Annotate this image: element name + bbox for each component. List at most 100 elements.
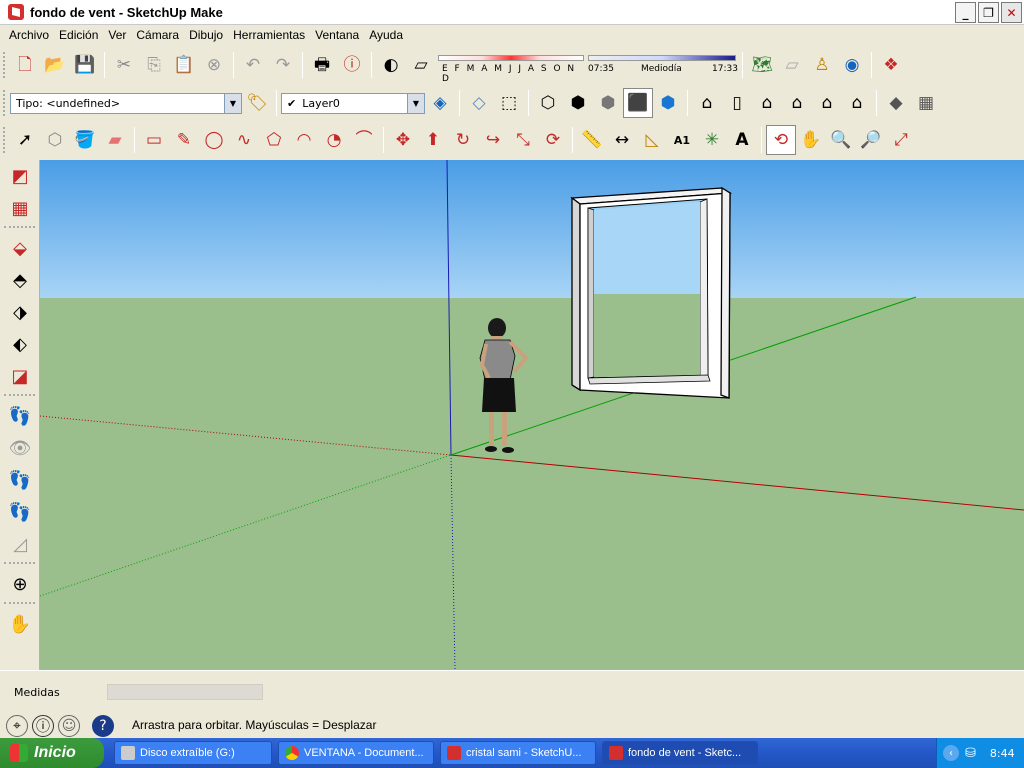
model-viewport[interactable] [40, 160, 1024, 670]
task-fondo-de-vent[interactable]: fondo de vent - Sketc... [602, 741, 758, 765]
wireframe-icon[interactable]: ⬡ [533, 88, 563, 118]
left-view-icon[interactable]: ⌂ [842, 88, 872, 118]
menu-herramientas[interactable]: Herramientas [228, 28, 310, 42]
3d-warehouse-user-icon[interactable]: ♙ [807, 50, 837, 80]
rectangle-icon[interactable]: ▭ [139, 125, 169, 155]
stamp-icon[interactable]: ⬘ [2, 264, 38, 296]
pan-icon[interactable]: ✋ [796, 125, 826, 155]
monochrome-icon[interactable]: ⬢ [653, 88, 683, 118]
menu-dibujo[interactable]: Dibujo [184, 28, 228, 42]
minimize-button[interactable]: _ [955, 2, 976, 23]
layer-combo[interactable]: ✔ Layer0 ▼ [281, 92, 425, 114]
make-component-icon[interactable]: ⬡ [40, 125, 70, 155]
scale-icon[interactable]: ⤡ [508, 125, 538, 155]
paste-icon[interactable]: 📋 [169, 50, 199, 80]
menu-camara[interactable]: Cámara [131, 28, 184, 42]
iso-view-icon[interactable]: ⌂ [692, 88, 722, 118]
rotate-icon[interactable]: ↻ [448, 125, 478, 155]
window-frame-model[interactable] [570, 186, 733, 399]
menu-ventana[interactable]: Ventana [310, 28, 364, 42]
print-icon[interactable]: 🖶 [307, 50, 337, 80]
erase-icon[interactable]: ⊗ [199, 50, 229, 80]
task-ventana-document[interactable]: VENTANA - Document... [278, 741, 434, 765]
model-info-icon[interactable]: ⓘ [337, 50, 367, 80]
measurements-input[interactable] [107, 684, 263, 700]
shaded-icon[interactable]: ⬢ [593, 88, 623, 118]
look-around-icon[interactable]: 👁 [2, 432, 38, 464]
follow-me-icon[interactable]: ↪ [478, 125, 508, 155]
front-view-icon[interactable]: ⌂ [752, 88, 782, 118]
cut-icon[interactable]: ✂ [109, 50, 139, 80]
paint-bucket-icon[interactable]: 🪣 [70, 125, 100, 155]
menu-ver[interactable]: Ver [103, 28, 131, 42]
sandbox-from-scratch-icon[interactable]: ▦ [2, 192, 38, 224]
geo-location-status-icon[interactable]: ⌖ [6, 715, 28, 737]
undo-icon[interactable]: ↶ [238, 50, 268, 80]
photo-textures-icon[interactable]: ▱ [777, 50, 807, 80]
copy-icon[interactable]: ⎘ [139, 50, 169, 80]
flip-edge-icon[interactable]: ◪ [2, 360, 38, 392]
credits-icon[interactable]: ⓘ [32, 715, 54, 737]
user-account-icon[interactable]: ☺ [58, 715, 80, 737]
menu-ayuda[interactable]: Ayuda [364, 28, 408, 42]
circle-icon[interactable]: ◯ [199, 125, 229, 155]
shadows-toggle-icon[interactable]: ◐ [376, 50, 406, 80]
footprints-icon[interactable]: 👣 [2, 496, 38, 528]
geo-location-icon[interactable]: 🗺 [747, 50, 777, 80]
compass-icon[interactable]: ⊕ [2, 568, 38, 600]
smoove-icon[interactable]: ⬙ [2, 232, 38, 264]
sandbox-from-contours-icon[interactable]: ◩ [2, 160, 38, 192]
3d-text-icon[interactable]: A [727, 125, 757, 155]
open-icon[interactable]: 📂 [40, 50, 70, 80]
zoom-extents-icon[interactable]: ⤢ [886, 125, 916, 155]
section-planes-icon[interactable]: ▦ [911, 88, 941, 118]
freehand-icon[interactable]: ∿ [229, 125, 259, 155]
protractor-icon[interactable]: ◺ [637, 125, 667, 155]
right-view-icon[interactable]: ⌂ [782, 88, 812, 118]
solid-tools-icon[interactable]: ◆ [881, 88, 911, 118]
menu-archivo[interactable]: Archivo [4, 28, 54, 42]
share-model-icon[interactable]: ◉ [837, 50, 867, 80]
top-view-icon[interactable]: ▯ [722, 88, 752, 118]
select-icon[interactable]: ➚ [10, 125, 40, 155]
shadow-settings-icon[interactable]: ▱ [406, 50, 436, 80]
3point-arc-icon[interactable]: ⌒ [349, 125, 379, 155]
section-plane-icon[interactable]: ◿ [2, 528, 38, 560]
back-edges-icon[interactable]: ⬚ [494, 88, 524, 118]
zoom-icon[interactable]: 🔍 [826, 125, 856, 155]
new-icon[interactable]: 🗋 [10, 50, 40, 80]
move-icon[interactable]: ✥ [388, 125, 418, 155]
style-combo[interactable]: Tipo: <undefined> ▼ [10, 92, 242, 114]
position-camera-icon[interactable]: 👣 [2, 400, 38, 432]
save-icon[interactable]: 💾 [70, 50, 100, 80]
hand-icon[interactable]: ✋ [2, 608, 38, 640]
menu-edicion[interactable]: Edición [54, 28, 103, 42]
dimension-icon[interactable]: ↔ [607, 125, 637, 155]
tape-measure-icon[interactable]: 📏 [577, 125, 607, 155]
task-cristal-sami[interactable]: cristal sami - SketchU... [440, 741, 596, 765]
back-view-icon[interactable]: ⌂ [812, 88, 842, 118]
polygon-icon[interactable]: ⬠ [259, 125, 289, 155]
person-figure[interactable] [479, 318, 529, 453]
close-button[interactable]: ✕ [1001, 2, 1022, 23]
axes-icon[interactable]: ✳ [697, 125, 727, 155]
add-detail-icon[interactable]: ⬖ [2, 328, 38, 360]
text-icon[interactable]: A1 [667, 125, 697, 155]
push-pull-icon[interactable]: ⬆ [418, 125, 448, 155]
walk-icon[interactable]: 👣 [2, 464, 38, 496]
eraser-icon[interactable]: ▰ [100, 125, 130, 155]
safely-remove-icon[interactable]: ⛁ [965, 746, 976, 761]
tray-chevron-icon[interactable]: ‹ [943, 745, 959, 761]
start-button[interactable]: Inicio [0, 738, 104, 768]
layers-icon[interactable]: ◈ [425, 88, 455, 118]
drape-icon[interactable]: ⬗ [2, 296, 38, 328]
shaded-textures-icon[interactable]: ⬛ [623, 88, 653, 118]
clock[interactable]: 8:44 [990, 747, 1015, 760]
hidden-line-icon[interactable]: ⬢ [563, 88, 593, 118]
orbit-icon[interactable]: ⟲ [766, 125, 796, 155]
month-slider[interactable]: E F M A M J J A S O N D [436, 51, 586, 84]
restore-button[interactable]: ❐ [978, 2, 999, 23]
instructor-icon[interactable]: ? [92, 715, 114, 737]
extension-warehouse-icon[interactable]: ❖ [876, 50, 906, 80]
time-slider[interactable]: 07:35 Mediodía 17:33 [586, 51, 738, 79]
